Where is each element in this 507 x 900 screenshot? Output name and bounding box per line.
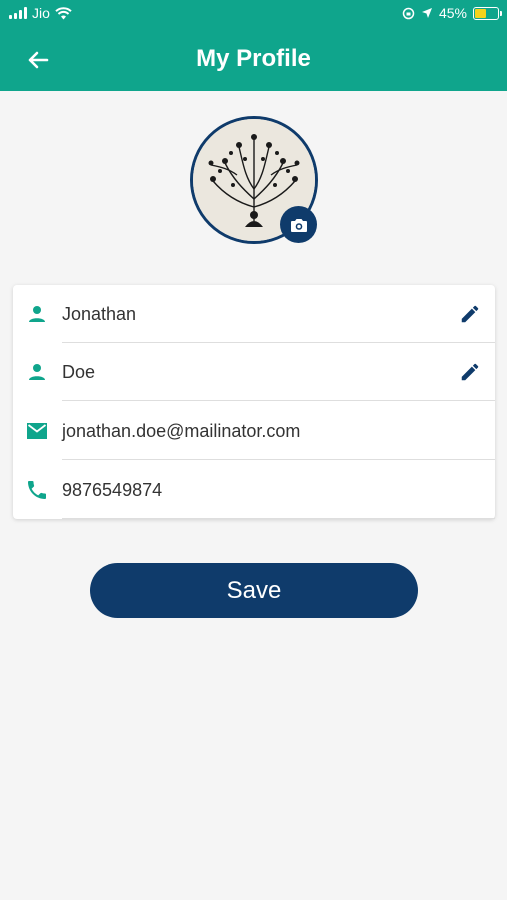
last-name-row: Doe [13,343,495,401]
status-bar: Jio 45% [0,0,507,28]
carrier-label: Jio [32,5,50,21]
rotation-lock-icon [402,7,415,19]
pencil-icon [461,305,479,323]
pencil-icon [461,363,479,381]
app-bar: My Profile [0,28,507,91]
edit-first-name-button[interactable] [457,301,483,327]
last-name-field[interactable]: Doe [62,362,95,383]
person-icon [29,364,45,380]
save-button[interactable]: Save [90,563,418,618]
location-icon [421,8,432,18]
avatar-container [190,116,318,244]
person-icon [29,306,45,322]
first-name-field[interactable]: Jonathan [62,304,136,325]
wifi-icon [55,6,72,19]
first-name-row: Jonathan [13,285,495,343]
email-icon [27,423,47,439]
profile-card: Jonathan Doe jonathan.doe@mailinator.com [13,285,495,519]
change-photo-button[interactable] [280,206,317,243]
phone-field[interactable]: 9876549874 [62,480,162,501]
phone-icon [28,481,46,499]
battery-percent: 45% [438,5,467,21]
email-field[interactable]: jonathan.doe@mailinator.com [62,421,300,442]
phone-row: 9876549874 [13,461,495,519]
signal-icon [9,7,27,19]
battery-icon [473,6,502,20]
email-row: jonathan.doe@mailinator.com [13,402,495,460]
edit-last-name-button[interactable] [457,359,483,385]
page-title: My Profile [196,45,311,72]
camera-icon [290,218,307,232]
